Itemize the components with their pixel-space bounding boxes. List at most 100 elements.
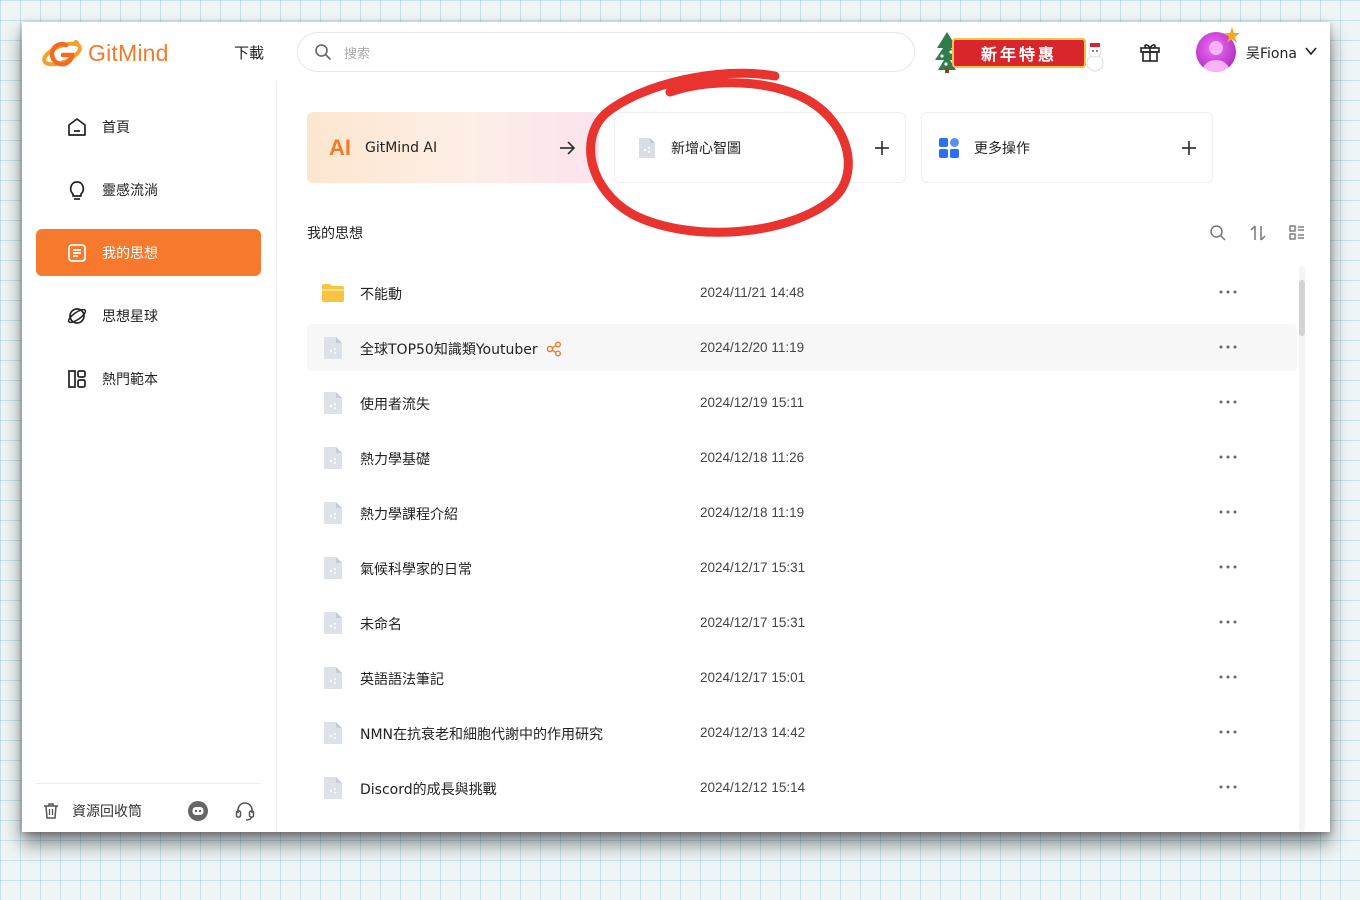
file-date: 2024/12/18 11:26: [700, 450, 805, 465]
apps-grid-icon: [939, 137, 959, 158]
section-title: 我的思想: [307, 226, 363, 242]
snowman-icon: [1086, 43, 1104, 72]
folder-icon: [322, 284, 344, 302]
document-icon: [68, 243, 86, 262]
file-name: Discord的成長與挑戰: [360, 782, 497, 798]
file-row[interactable]: NMN在抗衰老和細胞代謝中的作用研究 2024/12/13 14:42: [307, 709, 1297, 756]
gitmind-logo[interactable]: GitMind: [40, 35, 169, 71]
download-link[interactable]: 下載: [234, 42, 264, 63]
lightbulb-icon: [69, 180, 85, 200]
file-date: 2024/12/13 14:42: [700, 725, 806, 740]
planet-icon: [67, 307, 87, 324]
discord-icon[interactable]: [187, 800, 209, 822]
file-row[interactable]: 全球TOP50知識類Youtuber 2024/12/20 11:19: [307, 324, 1297, 371]
search-icon: [315, 44, 331, 60]
sidebar-item-planet[interactable]: 思想星球: [36, 292, 261, 339]
file-row[interactable]: 未命名 2024/12/17 15:31: [307, 599, 1297, 646]
file-name: NMN在抗衰老和細胞代謝中的作用研究: [360, 727, 604, 743]
plus-icon[interactable]: [1180, 139, 1198, 157]
username[interactable]: 吴Fiona: [1246, 43, 1297, 63]
more-options-icon[interactable]: [1218, 338, 1238, 356]
trash-icon: [44, 803, 58, 819]
mindmap-file-icon: [324, 337, 342, 359]
sidebar-item-inspiration[interactable]: 靈感流淌: [36, 166, 261, 213]
search-icon[interactable]: [1209, 224, 1227, 242]
file-name: 未命名: [360, 617, 402, 633]
mindmap-file-icon: [639, 137, 655, 158]
mindmap-file-icon: [324, 557, 342, 579]
file-name: 英語語法筆記: [360, 672, 444, 688]
new-mindmap-card[interactable]: 新增心智圖: [614, 112, 906, 183]
sidebar-item-label: 靈感流淌: [102, 182, 158, 199]
file-date: 2024/12/20 11:19: [700, 340, 805, 355]
arrow-right-icon: [560, 141, 576, 155]
sidebar-divider: [36, 783, 261, 784]
more-options-icon[interactable]: [1218, 448, 1238, 466]
ai-card-label: GitMind AI: [365, 139, 438, 156]
headset-icon[interactable]: [234, 800, 256, 822]
more-actions-label: 更多操作: [974, 140, 1030, 157]
file-name: 不能動: [360, 287, 402, 303]
sidebar-item-my-thoughts[interactable]: 我的思想: [36, 229, 261, 276]
file-name: 使用者流失: [360, 397, 430, 413]
more-options-icon[interactable]: [1218, 558, 1238, 576]
file-row[interactable]: 氣候科學家的日常 2024/12/17 15:31: [307, 544, 1297, 591]
search-placeholder: 搜索: [344, 46, 371, 62]
mindmap-file-icon: [324, 612, 342, 634]
file-row[interactable]: 使用者流失 2024/12/19 15:11: [307, 379, 1297, 426]
top-bar: GitMind 下載 搜索 新年特惠 吴Fiona: [22, 22, 1330, 82]
mindmap-file-icon: [324, 392, 342, 414]
home-icon: [68, 117, 86, 136]
search-input[interactable]: 搜索: [297, 32, 915, 72]
shared-icon: [546, 341, 561, 357]
chevron-down-icon[interactable]: [1304, 44, 1318, 58]
file-row[interactable]: 熱力學基礎 2024/12/18 11:26: [307, 434, 1297, 481]
more-options-icon[interactable]: [1218, 668, 1238, 686]
logo-text: GitMind: [88, 39, 169, 66]
more-options-icon[interactable]: [1218, 393, 1238, 411]
file-date: 2024/12/18 11:19: [700, 505, 805, 520]
file-row[interactable]: Discord的成長與挑戰 2024/12/12 15:14: [307, 764, 1297, 811]
sidebar-item-templates[interactable]: 熱門範本: [36, 355, 261, 402]
plus-icon[interactable]: [873, 139, 891, 157]
sidebar-item-home[interactable]: 首頁: [36, 103, 261, 150]
recycle-bin-button[interactable]: 資源回收筒: [42, 801, 142, 821]
ai-logo-icon: AI: [329, 134, 351, 160]
file-date: 2024/12/17 15:01: [700, 670, 806, 685]
file-date: 2024/12/17 15:31: [700, 615, 806, 630]
gitmind-ai-card[interactable]: AI GitMind AI: [307, 112, 599, 183]
file-name: 熱力學課程介紹: [360, 507, 458, 523]
gift-icon[interactable]: [1139, 41, 1161, 63]
scrollbar-thumb[interactable]: [1299, 280, 1305, 336]
list-view-icon[interactable]: [1288, 224, 1306, 242]
more-actions-card[interactable]: 更多操作: [921, 112, 1213, 183]
mindmap-file-icon: [324, 667, 342, 689]
more-options-icon[interactable]: [1218, 503, 1238, 521]
file-row[interactable]: 不能動 2024/11/21 14:48: [307, 269, 1297, 316]
sidebar-item-label: 熱門範本: [102, 371, 158, 388]
gitmind-logo-icon: [42, 40, 82, 67]
sidebar-item-label: 思想星球: [102, 308, 158, 325]
new-year-promo-banner[interactable]: 新年特惠: [934, 28, 1106, 76]
sidebar: 首頁 靈感流淌 我的思想 思想星球 熱門範本 資源回收筒: [22, 82, 277, 832]
file-name: 全球TOP50知識類Youtuber: [360, 339, 562, 359]
mindmap-file-icon: [324, 722, 342, 744]
more-options-icon[interactable]: [1218, 283, 1238, 301]
file-date: 2024/11/21 14:48: [700, 285, 805, 300]
file-list-scrollbar[interactable]: [1299, 266, 1305, 832]
file-date: 2024/12/12 15:14: [700, 780, 806, 795]
sidebar-item-label: 首頁: [102, 119, 130, 136]
file-row[interactable]: 熱力學課程介紹 2024/12/18 11:19: [307, 489, 1297, 536]
vip-star-icon: [1224, 27, 1240, 43]
sort-icon[interactable]: [1249, 224, 1267, 242]
file-date: 2024/12/19 15:11: [700, 395, 805, 410]
mindmap-file-icon: [324, 447, 342, 469]
more-options-icon[interactable]: [1218, 723, 1238, 741]
more-options-icon[interactable]: [1218, 778, 1238, 796]
promo-label: 新年特惠: [952, 38, 1086, 68]
file-row[interactable]: 英語語法筆記 2024/12/17 15:01: [307, 654, 1297, 701]
file-name: 氣候科學家的日常: [360, 562, 472, 578]
mindmap-file-icon: [324, 777, 342, 799]
more-options-icon[interactable]: [1218, 613, 1238, 631]
recycle-bin-label: 資源回收筒: [72, 804, 142, 820]
